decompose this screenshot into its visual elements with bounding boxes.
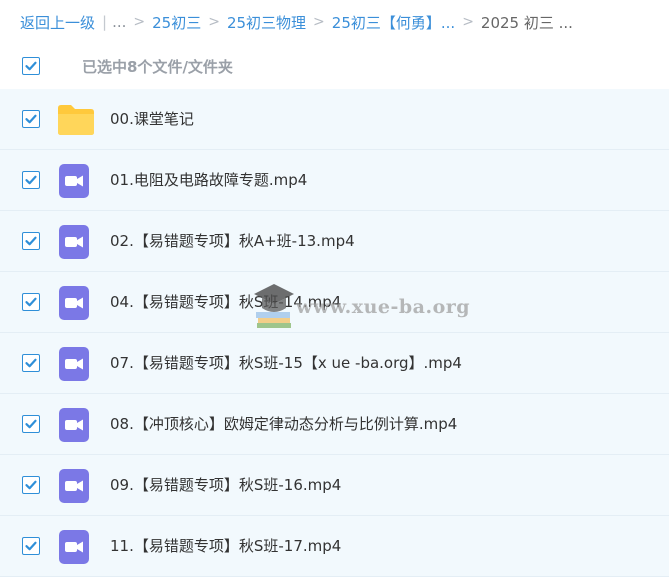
file-row[interactable]: 00.课堂笔记: [0, 89, 669, 150]
check-icon: [25, 175, 37, 185]
check-icon: [25, 297, 37, 307]
video-file-icon: [59, 469, 89, 503]
file-name[interactable]: 09.【易错题专项】秋S班-16.mp4: [110, 455, 341, 515]
video-file-icon: [59, 408, 89, 442]
breadcrumb-item[interactable]: 25初三【何勇】...: [332, 12, 455, 33]
file-row[interactable]: 01.电阻及电路故障专题.mp4: [0, 150, 669, 211]
select-all-bar: 已选中8个文件/文件夹: [0, 44, 669, 88]
check-icon: [25, 236, 37, 246]
breadcrumb: 返回上一级 | ... > 25初三 > 25初三物理 > 25初三【何勇】..…: [20, 8, 669, 36]
file-row[interactable]: 11.【易错题专项】秋S班-17.mp4: [0, 516, 669, 577]
check-icon: [25, 480, 37, 490]
file-row[interactable]: 04.【易错题专项】秋S班-14.mp4: [0, 272, 669, 333]
video-file-icon: [59, 347, 89, 381]
folder-icon: [58, 105, 94, 135]
file-row[interactable]: 08.【冲顶核心】欧姆定律动态分析与比例计算.mp4: [0, 394, 669, 455]
file-name[interactable]: 00.课堂笔记: [110, 89, 194, 149]
breadcrumb-current: 2025 初三 ...: [480, 13, 573, 32]
file-name[interactable]: 01.电阻及电路故障专题.mp4: [110, 150, 307, 210]
file-name[interactable]: 02.【易错题专项】秋A+班-13.mp4: [110, 211, 355, 271]
row-checkbox[interactable]: [22, 171, 40, 189]
row-checkbox[interactable]: [22, 415, 40, 433]
breadcrumb-item[interactable]: 25初三: [152, 12, 201, 33]
file-name[interactable]: 11.【易错题专项】秋S班-17.mp4: [110, 516, 341, 576]
video-file-icon: [59, 530, 89, 564]
video-file-icon: [59, 286, 89, 320]
file-list: 00.课堂笔记 01.电阻及电路故障专题.mp4 02.【易错题专项】秋A+班-13…: [0, 89, 669, 577]
file-row[interactable]: 02.【易错题专项】秋A+班-13.mp4: [0, 211, 669, 272]
video-file-icon: [59, 225, 89, 259]
row-checkbox[interactable]: [22, 537, 40, 555]
row-checkbox[interactable]: [22, 354, 40, 372]
row-checkbox[interactable]: [22, 476, 40, 494]
row-checkbox[interactable]: [22, 232, 40, 250]
row-checkbox[interactable]: [22, 110, 40, 128]
file-row[interactable]: 07.【易错题专项】秋S班-15【x ue -ba.org】.mp4: [0, 333, 669, 394]
chevron-right-icon: >: [208, 14, 220, 30]
chevron-right-icon: >: [133, 14, 146, 30]
check-icon: [25, 61, 37, 71]
row-checkbox[interactable]: [22, 293, 40, 311]
breadcrumb-ellipsis[interactable]: ...: [112, 13, 126, 31]
check-icon: [25, 114, 37, 124]
chevron-right-icon: >: [462, 14, 474, 30]
chevron-right-icon: >: [313, 14, 325, 30]
divider: |: [102, 13, 108, 31]
check-icon: [25, 358, 37, 368]
file-name[interactable]: 07.【易错题专项】秋S班-15【x ue -ba.org】.mp4: [110, 333, 462, 393]
file-name[interactable]: 08.【冲顶核心】欧姆定律动态分析与比例计算.mp4: [110, 394, 457, 454]
select-all-checkbox[interactable]: [22, 57, 40, 75]
check-icon: [25, 419, 37, 429]
file-name[interactable]: 04.【易错题专项】秋S班-14.mp4: [110, 272, 341, 332]
video-file-icon: [59, 164, 89, 198]
back-link[interactable]: 返回上一级: [20, 12, 95, 33]
breadcrumb-item[interactable]: 25初三物理: [227, 12, 306, 33]
file-row[interactable]: 09.【易错题专项】秋S班-16.mp4: [0, 455, 669, 516]
selection-count: 已选中8个文件/文件夹: [82, 57, 233, 76]
check-icon: [25, 541, 37, 551]
